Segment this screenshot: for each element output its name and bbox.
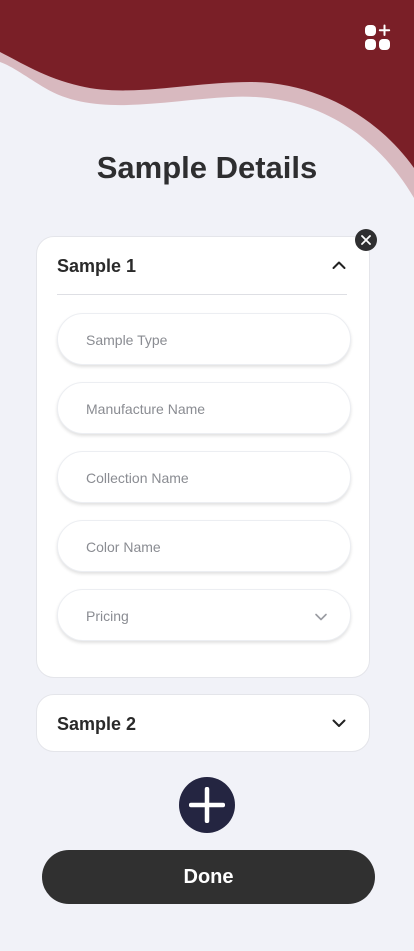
pricing-placeholder: Pricing (86, 608, 129, 624)
card-divider (57, 294, 347, 295)
manufacture-name-placeholder: Manufacture Name (86, 401, 206, 417)
sample-1-title: Sample 1 (57, 256, 137, 276)
sample-1-header[interactable]: Sample 1 (57, 237, 347, 295)
sample-2-title: Sample 2 (57, 714, 137, 734)
collection-name-field[interactable]: Collection Name (57, 451, 351, 503)
sample-card-2: Sample 2 (36, 694, 370, 752)
sample-2-header[interactable]: Sample 2 (57, 695, 347, 753)
sample-card-1: Sample 1 Sample Type Manufacture Name Co… (36, 236, 370, 678)
chevron-up-icon (332, 261, 346, 269)
pricing-select[interactable]: Pricing (57, 589, 351, 641)
color-name-placeholder: Color Name (86, 539, 161, 555)
color-name-field[interactable]: Color Name (57, 520, 351, 572)
chevron-down-icon (315, 613, 327, 621)
apps-add-icon[interactable] (364, 24, 392, 52)
chevron-down-icon (332, 719, 346, 727)
remove-sample-button[interactable] (355, 229, 377, 251)
sample-type-placeholder: Sample Type (86, 332, 168, 348)
add-sample-button[interactable] (179, 777, 235, 833)
plus-icon (189, 787, 225, 823)
manufacture-name-field[interactable]: Manufacture Name (57, 382, 351, 434)
page-title: Sample Details (96, 150, 318, 185)
done-button[interactable]: Done (42, 850, 375, 904)
collection-name-placeholder: Collection Name (86, 470, 189, 486)
sample-type-field[interactable]: Sample Type (57, 313, 351, 365)
close-icon (361, 235, 371, 245)
